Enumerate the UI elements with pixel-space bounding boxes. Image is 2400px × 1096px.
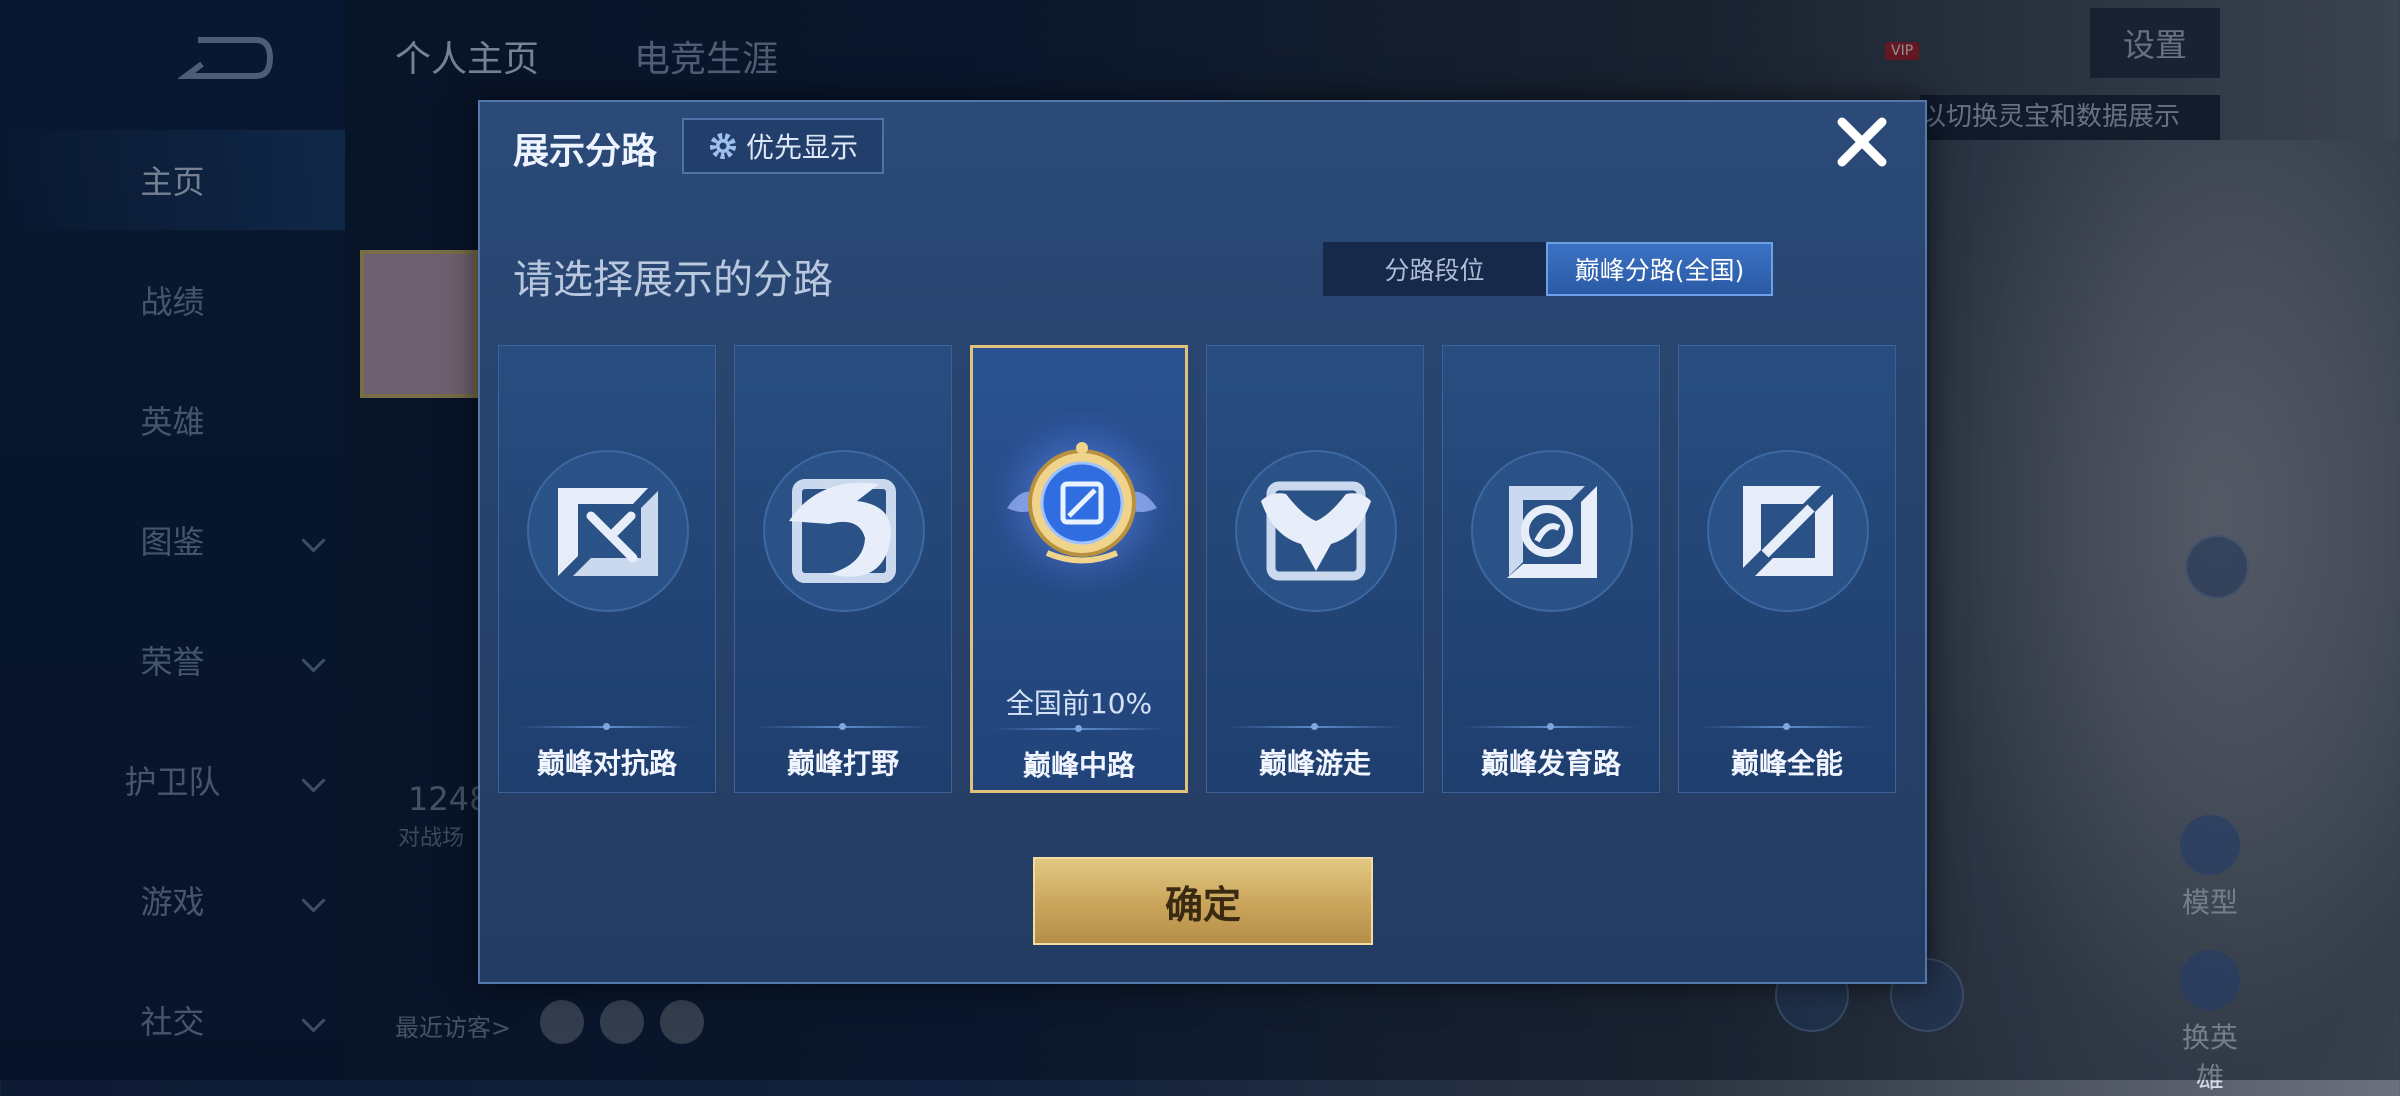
priority-display-button[interactable]: 优先显示	[682, 118, 884, 174]
card-divider	[1699, 723, 1875, 730]
card-divider	[993, 725, 1165, 732]
display-lane-dialog: 展示分路 优先显示 请选择展示的分路 分路段位 巅峰分路(全国) 巅峰对抗路 巅…	[478, 100, 1927, 984]
card-divider	[1463, 723, 1639, 730]
lane-card[interactable]: 巅峰打野	[734, 345, 952, 793]
priority-label: 优先显示	[745, 131, 858, 164]
lane-name: 巅峰全能	[1730, 747, 1843, 780]
card-divider	[755, 723, 931, 730]
lane-name: 巅峰中路	[1022, 749, 1135, 782]
confirm-label: 确定	[1164, 882, 1241, 927]
lane-name: 巅峰发育路	[1480, 747, 1621, 780]
roam-wings-icon	[1235, 450, 1397, 612]
dialog-subtitle: 请选择展示的分路	[513, 257, 833, 303]
gear-icon	[709, 133, 736, 159]
close-icon[interactable]	[1832, 112, 1892, 172]
toggle-peak-lane-national[interactable]: 巅峰分路(全国)	[1546, 242, 1773, 296]
lane-name: 巅峰打野	[786, 747, 899, 780]
all-round-icon	[1707, 450, 1869, 612]
card-divider	[1227, 723, 1403, 730]
toggle-lane-rank[interactable]: 分路段位	[1323, 242, 1546, 296]
lane-card[interactable]: 巅峰发育路	[1442, 345, 1660, 793]
lane-card[interactable]: 巅峰游走	[1206, 345, 1424, 793]
lane-rank: 全国前10%	[1005, 687, 1153, 720]
farm-lane-icon	[1471, 450, 1633, 612]
lane-name: 巅峰对抗路	[536, 747, 677, 780]
dialog-title: 展示分路	[513, 131, 658, 172]
lane-mode-toggle: 分路段位 巅峰分路(全国)	[1323, 242, 1773, 296]
lane-card[interactable]: 巅峰全能	[1678, 345, 1896, 793]
lane-name: 巅峰游走	[1258, 747, 1371, 780]
lane-card-list: 巅峰对抗路 巅峰打野 全国前10% 巅峰中路 巅峰游走 巅峰发育路 巅峰全能	[498, 345, 1898, 795]
lane-card-selected[interactable]: 全国前10% 巅峰中路	[970, 345, 1188, 793]
mid-lane-gold-emblem-icon	[988, 409, 1176, 597]
confirm-button[interactable]: 确定	[1033, 857, 1373, 945]
jungle-dragon-icon	[763, 450, 925, 612]
card-divider	[519, 723, 695, 730]
clash-lane-icon	[527, 450, 689, 612]
lane-card[interactable]: 巅峰对抗路	[498, 345, 716, 793]
